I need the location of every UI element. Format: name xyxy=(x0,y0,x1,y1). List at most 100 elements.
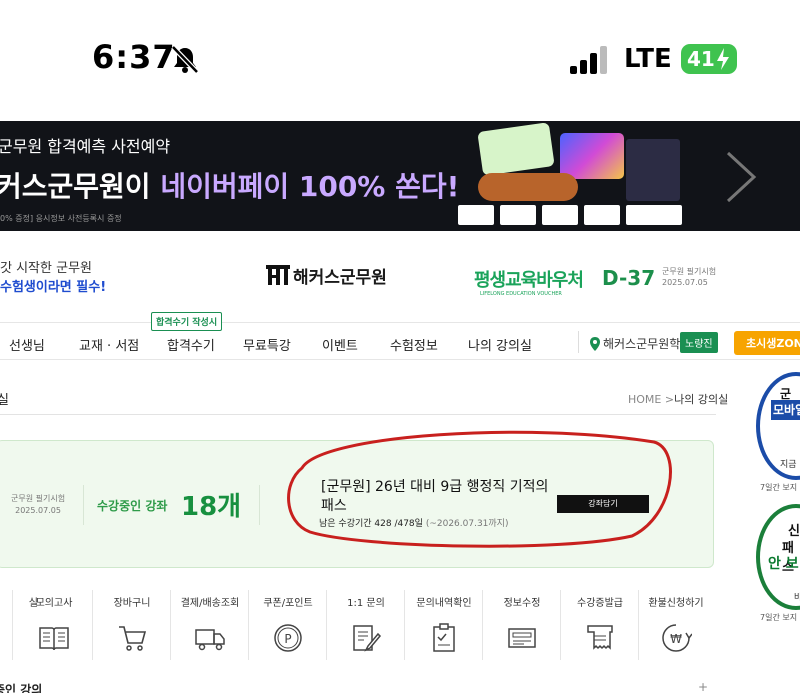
page-title: 실 xyxy=(0,393,9,408)
dday-exam-date: 2025.07.05 xyxy=(662,278,708,287)
nav-item-events[interactable]: 이벤트 xyxy=(322,335,358,354)
main-nav: 선생님 교재 · 서점 합격수기 작성시 합격수기 무료특강 이벤트 수험정보 … xyxy=(0,312,800,360)
status-bar: 6:37 LTE 41 xyxy=(0,0,800,118)
quick-menu-label: 수강증발급 xyxy=(577,598,623,609)
npay-card-image xyxy=(477,122,555,176)
active-courses-label: 수강중인 강좌 xyxy=(97,499,168,513)
nav-item-books[interactable]: 교재 · 서점 xyxy=(79,335,139,354)
nav-item-teachers[interactable]: 선생님 xyxy=(9,335,45,354)
nav-item-exam-info[interactable]: 수험정보 xyxy=(390,335,438,354)
banner-top-line: 군무원 합격예측 사전예약 xyxy=(0,137,171,156)
quick-menu-divider xyxy=(12,590,13,660)
banner-headline-prefix: 커스군무원이 xyxy=(0,170,161,203)
breadcrumb: HOME >나의 강의실 xyxy=(628,391,728,407)
logo-text: 해커스군무원 xyxy=(293,267,387,288)
quick-menu: 실 모의고사 장바구니 결제/배송조회 쿠폰/포인트 P 1:1 문의 문의내역… xyxy=(0,584,716,666)
cart-icon xyxy=(119,626,147,651)
coupon-image xyxy=(542,205,578,225)
side-ad-pass-line4: 바 xyxy=(794,593,800,603)
quick-menu-label: 1:1 문의 xyxy=(347,598,385,609)
hide-7days-link[interactable]: 7일간 보지 않 xyxy=(760,482,800,493)
nav-badge-review: 합격수기 작성시 xyxy=(151,312,223,331)
voucher-title[interactable]: 평생교육바우처 xyxy=(474,266,584,292)
quick-menu-refund[interactable]: 환불신청하기 ₩ xyxy=(636,584,716,666)
dday-counter: D-37 xyxy=(602,266,656,290)
nav-item-reviews[interactable]: 합격수기 xyxy=(167,335,215,354)
pencil-note-icon xyxy=(353,625,382,652)
location-pin-icon xyxy=(590,336,600,351)
quick-menu-certificate[interactable]: 수강증발급 xyxy=(560,584,640,666)
coupon-icon: P xyxy=(274,624,302,652)
quick-menu-label: 환불신청하기 xyxy=(648,598,704,609)
checklist-icon xyxy=(433,623,455,652)
promo-banner[interactable]: 군무원 합격예측 사전예약 커스군무원이 네이버페이 100% 쏜다! 0% 증… xyxy=(0,121,800,231)
logo-mark-icon xyxy=(266,265,290,285)
quick-menu-edit-info[interactable]: 정보수정 xyxy=(482,584,562,666)
nav-item-my-classroom[interactable]: 나의 강의실 xyxy=(468,335,532,354)
dday-exam-label: 군무원 필기시험 xyxy=(662,267,717,276)
nav-divider xyxy=(578,331,579,353)
quick-menu-label: 정보수정 xyxy=(503,598,541,609)
bell-muted-icon xyxy=(171,45,199,74)
coupon-image xyxy=(626,205,682,225)
status-time: 6:37 xyxy=(92,38,176,76)
side-ad-pass-line3: 안 보 xyxy=(768,556,799,572)
battery-indicator: 41 xyxy=(681,44,737,74)
banner-headline: 커스군무원이 네이버페이 100% 쏜다! xyxy=(0,165,459,205)
coupon-image xyxy=(584,205,620,225)
food-image xyxy=(478,173,578,201)
quick-menu-inquiry-history[interactable]: 문의내역확인 xyxy=(404,584,484,666)
expand-plus-icon[interactable]: + xyxy=(698,680,708,693)
book-icon xyxy=(39,627,69,651)
side-ad-mobile-line2: 모바일 xyxy=(771,400,800,420)
receipt-icon xyxy=(587,625,613,650)
quick-menu-inquiry[interactable]: 1:1 문의 xyxy=(326,584,406,666)
exam-info: 군무원 필기시험 2025.07.05 xyxy=(11,493,65,517)
summary-divider xyxy=(259,485,260,525)
won-coin-icon: ₩ xyxy=(662,624,692,652)
academy-name: 해커스군무원학원 xyxy=(603,337,692,351)
quick-menu-cart[interactable]: 장바구니 xyxy=(92,584,172,666)
quick-menu-label: 문의내역확인 xyxy=(416,598,472,609)
id-card-icon xyxy=(508,628,536,648)
breadcrumb-home[interactable]: HOME xyxy=(628,393,661,406)
truck-icon xyxy=(195,629,225,651)
section-title-courses: 중인 강의 xyxy=(0,683,43,693)
nav-item-free-lectures[interactable]: 무료특강 xyxy=(243,335,291,354)
quick-menu-label: 결제/배송조회 xyxy=(180,598,240,609)
quick-menu-coupon[interactable]: 쿠폰/포인트 P xyxy=(248,584,328,666)
chevron-right-icon[interactable] xyxy=(720,149,760,205)
site-logo[interactable]: 해커스군무원 xyxy=(266,264,387,288)
quick-menu-label: 쿠폰/포인트 xyxy=(263,598,313,609)
title-divider xyxy=(0,414,716,415)
quick-menu-mock-exam[interactable]: 모의고사 xyxy=(14,584,94,666)
quick-menu-payment[interactable]: 결제/배송조회 xyxy=(170,584,250,666)
voucher-subtitle: LIFELONG EDUCATION VOUCHER xyxy=(480,291,562,297)
banner-fine-print: 0% 증정] 응시정보 사전등록시 증정 xyxy=(0,214,122,223)
banner-prize-images xyxy=(458,122,688,229)
ipad-image xyxy=(560,133,624,179)
battery-level: 41 xyxy=(687,47,715,71)
quick-menu-label: 장바구니 xyxy=(113,598,151,609)
coupon-image xyxy=(458,205,494,225)
red-circle-annotation xyxy=(287,430,672,548)
banner-headline-highlight: 네이버페이 100% 쏜다! xyxy=(160,170,460,203)
hide-7days-link[interactable]: 7일간 보지 않 xyxy=(760,612,800,623)
coupon-image xyxy=(500,205,536,225)
book-image xyxy=(626,139,680,201)
breadcrumb-current: 나의 강의실 xyxy=(674,393,729,406)
noryangjin-button[interactable]: 노량진 xyxy=(680,332,718,353)
svg-text:P: P xyxy=(284,632,291,646)
exam-date: 2025.07.05 xyxy=(15,506,61,515)
breadcrumb-separator: > xyxy=(664,393,675,406)
charging-bolt-icon xyxy=(717,48,729,70)
beginner-zone-button[interactable]: 초시생ZONE xyxy=(734,331,800,355)
network-label: LTE xyxy=(624,44,672,74)
header-tagline-bold: 수험생이라면 필수! xyxy=(0,280,107,295)
active-courses-count[interactable]: 18개 xyxy=(181,486,241,523)
summary-divider xyxy=(83,485,84,525)
side-ad-mobile-line3: 지금 xyxy=(780,460,797,470)
academy-link[interactable]: 해커스군무원학원 xyxy=(590,335,691,352)
exam-label: 군무원 필기시험 xyxy=(11,494,66,503)
dday-info: 군무원 필기시험 2025.07.05 xyxy=(662,266,716,288)
